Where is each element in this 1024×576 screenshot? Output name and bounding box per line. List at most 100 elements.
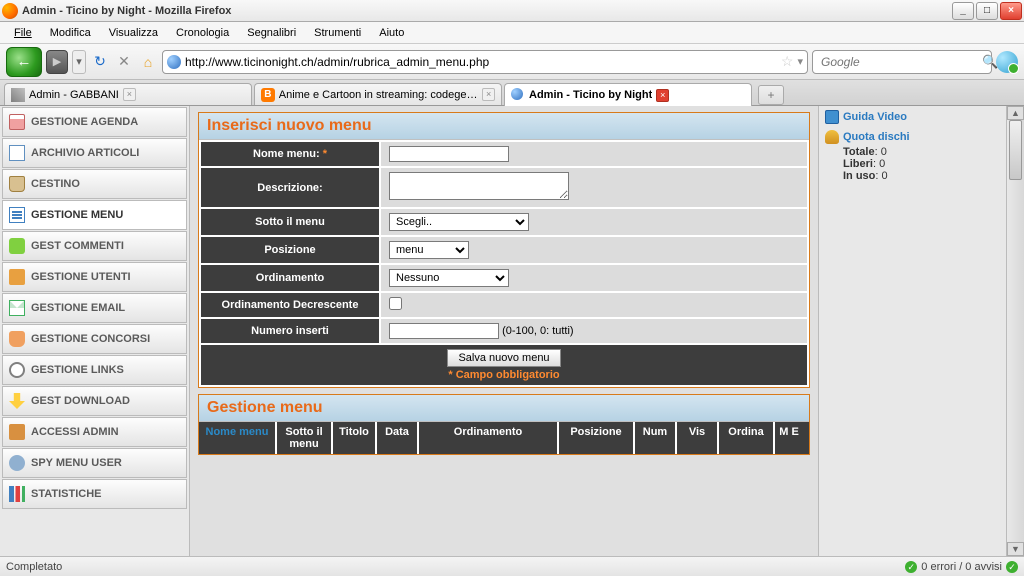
url-input[interactable] bbox=[185, 55, 777, 69]
window-title: Admin - Ticino by Night - Mozilla Firefo… bbox=[22, 5, 231, 17]
users-icon bbox=[9, 269, 25, 285]
trophy-icon bbox=[9, 331, 25, 347]
stop-icon[interactable]: ✕ bbox=[114, 52, 134, 72]
sidebar-item-gestione-links[interactable]: GESTIONE LINKS bbox=[2, 355, 187, 385]
sidebar-item-gestione-email[interactable]: GESTIONE EMAIL bbox=[2, 293, 187, 323]
label-ord-desc: Ordinamento Decrescente bbox=[200, 292, 380, 318]
tab-ticino[interactable]: Admin - Ticino by Night × bbox=[504, 83, 752, 106]
reload-icon[interactable]: ↻ bbox=[90, 52, 110, 72]
input-descrizione[interactable] bbox=[389, 172, 569, 200]
disk-icon bbox=[825, 130, 839, 144]
new-tab-button[interactable]: + bbox=[758, 85, 784, 105]
sidebar-item-gestione-menu[interactable]: GESTIONE MENU bbox=[2, 200, 187, 230]
col-vis[interactable]: Vis bbox=[677, 422, 719, 454]
forward-button[interactable]: ▶ bbox=[46, 50, 68, 74]
history-dropdown[interactable]: ▾ bbox=[72, 50, 86, 74]
quota-dischi-title: Quota dischi bbox=[825, 130, 1000, 144]
menu-visualizza[interactable]: Visualizza bbox=[101, 25, 166, 41]
tab-close-icon[interactable]: × bbox=[656, 89, 669, 102]
spy-icon bbox=[9, 455, 25, 471]
status-ok-icon: ✓ bbox=[905, 561, 917, 573]
dl-icon bbox=[9, 393, 25, 409]
menu-cronologia[interactable]: Cronologia bbox=[168, 25, 237, 41]
maximize-button[interactable]: □ bbox=[976, 2, 998, 20]
select-posizione[interactable]: menu bbox=[389, 241, 469, 259]
tab-label: Admin - Ticino by Night bbox=[529, 89, 652, 101]
messenger-icon[interactable] bbox=[996, 51, 1018, 73]
cal-icon bbox=[9, 114, 25, 130]
menu-segnalibri[interactable]: Segnalibri bbox=[239, 25, 304, 41]
error-count: 0 errori / 0 avvisi bbox=[921, 561, 1002, 573]
firefox-icon bbox=[2, 3, 18, 19]
quota-totale: Totale: 0 bbox=[843, 146, 1000, 158]
panel-title: Inserisci nuovo menu bbox=[199, 113, 809, 140]
url-bar[interactable]: ☆ ▾ bbox=[162, 50, 808, 74]
trash-icon bbox=[9, 176, 25, 192]
sidebar-item-cestino[interactable]: CESTINO bbox=[2, 169, 187, 199]
tv-icon bbox=[825, 110, 839, 124]
col-me[interactable]: M E bbox=[775, 422, 803, 454]
select-ordinamento[interactable]: Nessuno bbox=[389, 269, 509, 287]
scroll-down-icon[interactable]: ▼ bbox=[1007, 542, 1024, 556]
sidebar-item-archivio-articoli[interactable]: ARCHIVIO ARTICOLI bbox=[2, 138, 187, 168]
sidebar-item-label: STATISTICHE bbox=[31, 488, 101, 500]
col-data[interactable]: Data bbox=[377, 422, 419, 454]
col-nome[interactable]: Nome menu bbox=[199, 422, 277, 454]
url-dropdown-icon[interactable]: ▾ bbox=[797, 55, 803, 68]
input-nome-menu[interactable] bbox=[389, 146, 509, 162]
menu-modifica[interactable]: Modifica bbox=[42, 25, 99, 41]
col-titolo[interactable]: Titolo bbox=[333, 422, 377, 454]
scroll-thumb[interactable] bbox=[1009, 120, 1022, 180]
tab-gabbani[interactable]: Admin - GABBANI × bbox=[4, 83, 252, 105]
globe-icon bbox=[167, 55, 181, 69]
sidebar-item-spy-menu-user[interactable]: SPY MENU USER bbox=[2, 448, 187, 478]
checkbox-ord-desc[interactable] bbox=[389, 297, 402, 310]
panel-title: Gestione menu bbox=[199, 395, 809, 422]
col-sotto[interactable]: Sotto il menu bbox=[277, 422, 333, 454]
col-ordinamento[interactable]: Ordinamento bbox=[419, 422, 559, 454]
menu-file[interactable]: File bbox=[6, 25, 40, 41]
sidebar-item-label: GESTIONE EMAIL bbox=[31, 302, 125, 314]
input-numero-inserti[interactable] bbox=[389, 323, 499, 339]
back-button[interactable]: ← bbox=[6, 47, 42, 77]
sidebar-item-accessi-admin[interactable]: ACCESSI ADMIN bbox=[2, 417, 187, 447]
sidebar-item-label: SPY MENU USER bbox=[31, 457, 122, 469]
guida-video-link[interactable]: Guida Video bbox=[825, 110, 1000, 124]
sidebar-item-gestione-agenda[interactable]: GESTIONE AGENDA bbox=[2, 107, 187, 137]
save-button[interactable]: Salva nuovo menu bbox=[447, 349, 560, 367]
hint-numero: (0-100, 0: tutti) bbox=[502, 325, 574, 337]
menu-strumenti[interactable]: Strumenti bbox=[306, 25, 369, 41]
col-num[interactable]: Num bbox=[635, 422, 677, 454]
main-area: Inserisci nuovo menu Nome menu: * Descri… bbox=[190, 106, 818, 556]
col-ordina[interactable]: Ordina bbox=[719, 422, 775, 454]
close-button[interactable]: × bbox=[1000, 2, 1022, 20]
sidebar-item-statistiche[interactable]: STATISTICHE bbox=[2, 479, 187, 509]
chat-icon bbox=[9, 238, 25, 254]
tab-anime[interactable]: B Anime e Cartoon in streaming: codegea.… bbox=[254, 83, 502, 105]
sidebar-item-gestione-utenti[interactable]: GESTIONE UTENTI bbox=[2, 262, 187, 292]
search-bar[interactable]: 🔍 bbox=[812, 50, 992, 74]
col-posizione[interactable]: Posizione bbox=[559, 422, 635, 454]
tab-close-icon[interactable]: × bbox=[123, 88, 136, 101]
home-icon[interactable]: ⌂ bbox=[138, 52, 158, 72]
panel-gestione-menu: Gestione menu Nome menu Sotto il menu Ti… bbox=[198, 394, 810, 455]
panel-insert-menu: Inserisci nuovo menu Nome menu: * Descri… bbox=[198, 112, 810, 388]
menu-aiuto[interactable]: Aiuto bbox=[371, 25, 412, 41]
search-input[interactable] bbox=[821, 55, 978, 69]
scroll-up-icon[interactable]: ▲ bbox=[1007, 106, 1024, 120]
sidebar-item-gest-commenti[interactable]: GEST COMMENTI bbox=[2, 231, 187, 261]
vertical-scrollbar[interactable]: ▲ ▼ bbox=[1006, 106, 1024, 556]
sidebar-item-label: GESTIONE AGENDA bbox=[31, 116, 138, 128]
select-sotto-menu[interactable]: Scegli.. bbox=[389, 213, 529, 231]
tab-close-icon[interactable]: × bbox=[482, 88, 495, 101]
sidebar-item-gest-download[interactable]: GEST DOWNLOAD bbox=[2, 386, 187, 416]
status-ok-icon: ✓ bbox=[1006, 561, 1018, 573]
menu-icon bbox=[9, 207, 25, 223]
tab-label: Anime e Cartoon in streaming: codegea... bbox=[279, 89, 478, 101]
label-descrizione: Descrizione: bbox=[200, 167, 380, 208]
sidebar-item-gestione-concorsi[interactable]: GESTIONE CONCORSI bbox=[2, 324, 187, 354]
minimize-button[interactable]: _ bbox=[952, 2, 974, 20]
key-icon bbox=[9, 424, 25, 440]
menubar: File Modifica Visualizza Cronologia Segn… bbox=[0, 22, 1024, 44]
bookmark-star-icon[interactable]: ☆ bbox=[781, 53, 794, 70]
